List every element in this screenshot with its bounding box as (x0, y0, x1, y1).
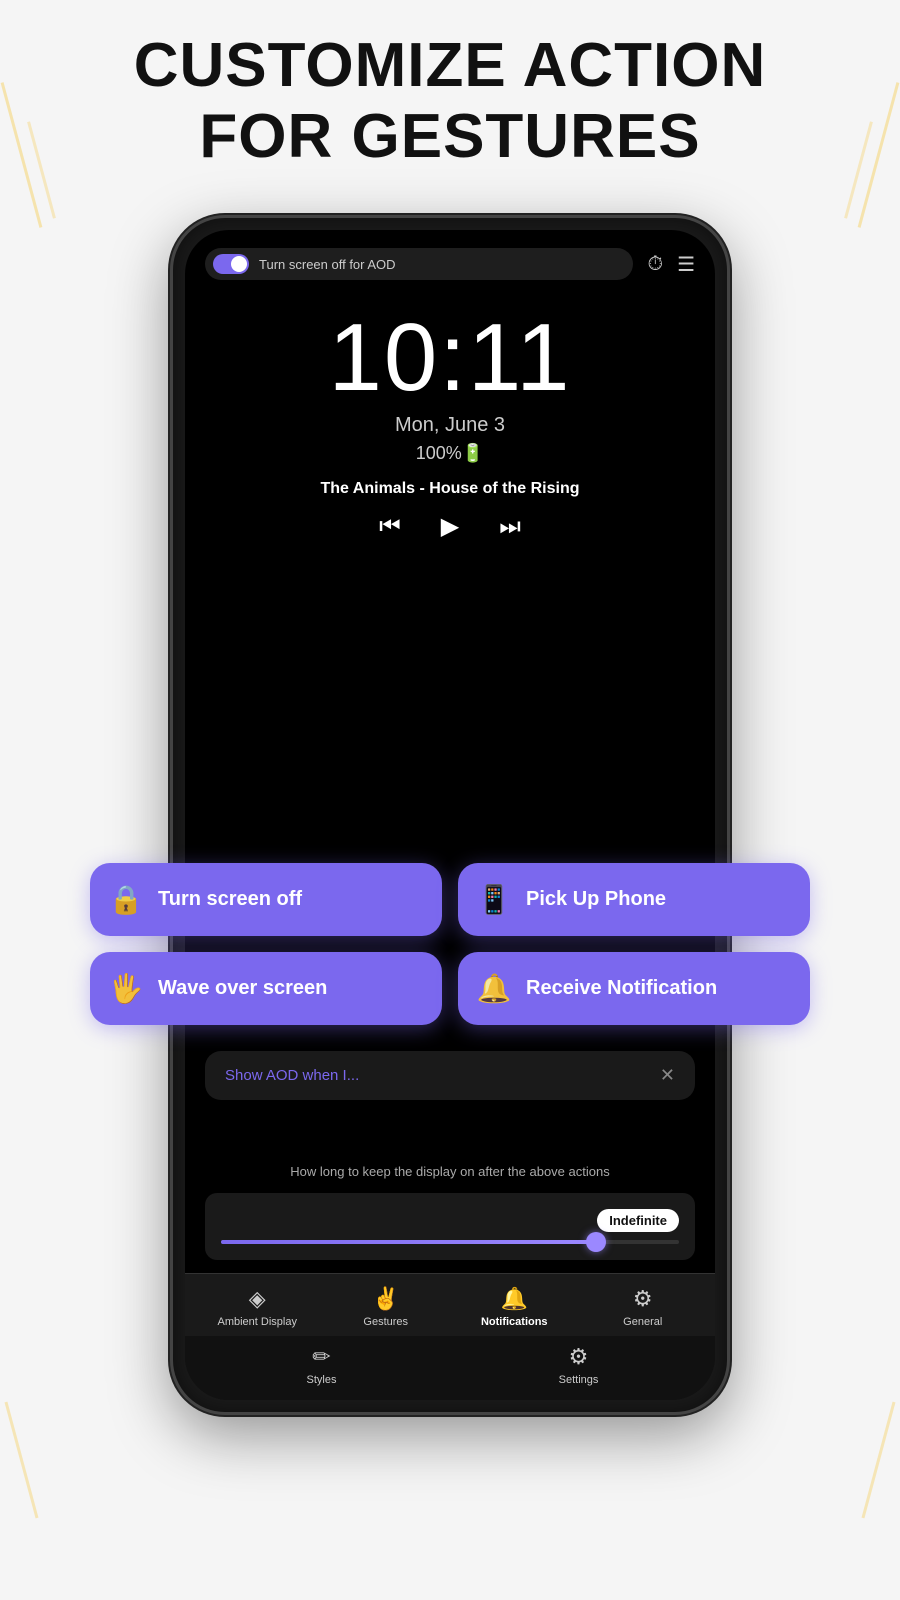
slider-thumb[interactable] (586, 1232, 606, 1252)
top-bar: Turn screen off for AOD ⏱ ☰ (205, 248, 695, 280)
clock-area: 10:11 Mon, June 3 100%🔋 The Animals - Ho… (185, 310, 715, 541)
ambient-display-label: Ambient Display (218, 1316, 297, 1328)
styles-icon: ✏ (312, 1344, 330, 1370)
nav-item-general[interactable]: ⚙ General (579, 1286, 708, 1328)
duration-description: How long to keep the display on after th… (205, 1164, 695, 1179)
power-button[interactable] (728, 458, 730, 548)
nav-item-styles[interactable]: ✏ Styles (193, 1344, 450, 1386)
duration-slider-container: Indefinite (205, 1193, 695, 1260)
receive-notification-button[interactable]: 🔔 Receive Notification (458, 952, 810, 1025)
wave-over-screen-label: Wave over screen (158, 977, 327, 1000)
pick-up-phone-button[interactable]: 📱 Pick Up Phone (458, 863, 810, 936)
aod-panel: Show AOD when I... ✕ (205, 1051, 695, 1100)
aod-toggle-switch[interactable] (213, 254, 249, 274)
general-icon: ⚙ (633, 1286, 653, 1312)
gestures-icon: ✌ (372, 1286, 399, 1312)
wave-icon: 🖐 (108, 972, 144, 1005)
nav-item-gestures[interactable]: ✌ Gestures (322, 1286, 451, 1328)
phone-pickup-icon: 📱 (476, 883, 512, 916)
duration-section: How long to keep the display on after th… (205, 1164, 695, 1260)
indefinite-label: Indefinite (597, 1209, 679, 1232)
nav-row-2: ✏ Styles ⚙ Settings (185, 1336, 715, 1400)
phone-frame: Turn screen off for AOD ⏱ ☰ 10:11 Mon, J… (170, 215, 730, 1415)
prev-track-button[interactable]: ⏮ (379, 513, 401, 541)
bottom-navigation: ◈ Ambient Display ✌ Gestures 🔔 Notificat… (185, 1273, 715, 1400)
receive-notification-label: Receive Notification (526, 977, 717, 1000)
lock-icon: 🔒 (108, 883, 144, 916)
clock-date: Mon, June 3 (185, 414, 715, 437)
turn-screen-off-button[interactable]: 🔒 Turn screen off (90, 863, 442, 936)
top-icons: ⏱ ☰ (647, 252, 695, 277)
aod-toggle-label: Turn screen off for AOD (259, 257, 396, 272)
next-track-button[interactable]: ⏭ (499, 513, 521, 541)
phone-screen: Turn screen off for AOD ⏱ ☰ 10:11 Mon, J… (185, 230, 715, 1400)
notification-bell-icon: 🔔 (476, 972, 512, 1005)
ambient-display-icon: ◈ (249, 1286, 266, 1312)
aod-toggle-pill[interactable]: Turn screen off for AOD (205, 248, 633, 280)
aod-close-button[interactable]: ✕ (660, 1065, 675, 1086)
deco-line-5 (5, 1402, 39, 1519)
phone-mockup: Turn screen off for AOD ⏱ ☰ 10:11 Mon, J… (170, 215, 730, 1415)
aod-panel-title: Show AOD when I... (225, 1067, 359, 1084)
general-label: General (623, 1316, 662, 1328)
nav-row-1: ◈ Ambient Display ✌ Gestures 🔔 Notificat… (185, 1273, 715, 1336)
notifications-label: Notifications (481, 1316, 548, 1328)
nav-item-notifications[interactable]: 🔔 Notifications (450, 1286, 579, 1328)
settings-label: Settings (559, 1374, 599, 1386)
gestures-label: Gestures (363, 1316, 408, 1328)
volume-up-button[interactable] (170, 418, 172, 478)
duration-slider[interactable] (221, 1240, 679, 1244)
styles-label: Styles (307, 1374, 337, 1386)
nav-item-ambient-display[interactable]: ◈ Ambient Display (193, 1286, 322, 1328)
aod-panel-header: Show AOD when I... ✕ (225, 1065, 675, 1086)
media-controls: ⏮ ▶ ⏭ (185, 512, 715, 541)
filter-icon[interactable]: ☰ (677, 252, 695, 277)
play-pause-button[interactable]: ▶ (441, 512, 459, 541)
wave-over-screen-button[interactable]: 🖐 Wave over screen (90, 952, 442, 1025)
turn-screen-off-label: Turn screen off (158, 888, 302, 911)
clock-icon[interactable]: ⏱ (647, 253, 663, 276)
gesture-buttons-container: 🔒 Turn screen off 📱 Pick Up Phone 🖐 Wave… (80, 863, 820, 1025)
settings-icon: ⚙ (569, 1344, 589, 1370)
page-title: CUSTOMIZE ACTION FOR GESTURES (0, 30, 900, 173)
now-playing-title: The Animals - House of the Rising (185, 480, 715, 498)
clock-time: 10:11 (185, 310, 715, 406)
volume-down-button[interactable] (170, 498, 172, 558)
nav-item-settings[interactable]: ⚙ Settings (450, 1344, 707, 1386)
pick-up-phone-label: Pick Up Phone (526, 888, 666, 911)
notifications-icon: 🔔 (501, 1286, 528, 1312)
deco-line-6 (862, 1402, 896, 1519)
slider-fill (221, 1240, 597, 1244)
clock-battery: 100%🔋 (185, 443, 715, 464)
